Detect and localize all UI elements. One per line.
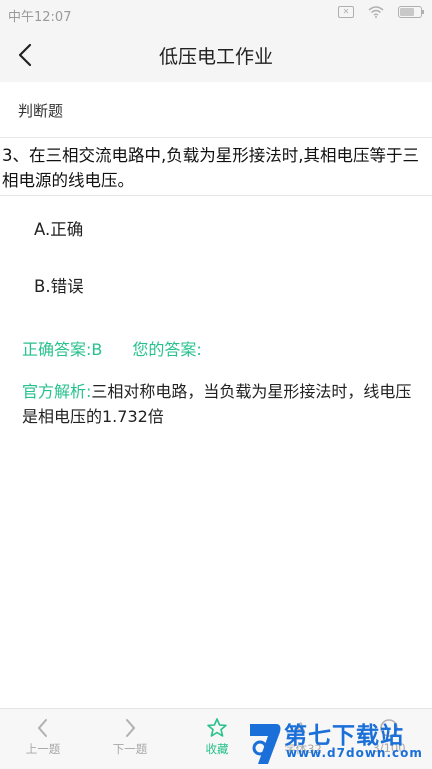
favorite-button[interactable]: 收藏 xyxy=(182,717,252,757)
divider xyxy=(0,195,432,196)
correct-answer-value: B xyxy=(91,340,103,359)
prev-question-label: 上一题 xyxy=(25,742,61,756)
chevron-right-icon xyxy=(126,719,136,737)
next-question-button[interactable]: 下一题 xyxy=(95,717,165,757)
prev-question-button[interactable]: 上一题 xyxy=(8,717,78,757)
watermark-url: www.d7down.com xyxy=(286,746,423,760)
divider xyxy=(0,137,432,138)
sim-icon: ✕ xyxy=(338,6,354,18)
favorite-label: 收藏 xyxy=(205,742,229,756)
wifi-icon xyxy=(368,6,384,18)
question-text: 3、在三相交流电路中,负载为星形接法时,其相电压等于三相电源的线电压。 xyxy=(2,146,419,190)
answer-line: 正确答案:B 您的答案: xyxy=(22,336,202,360)
correct-answer-label: 正确答案: xyxy=(22,340,92,359)
watermark-brand: 第七下载站 xyxy=(284,723,404,749)
analysis-label: 官方解析: xyxy=(22,382,92,401)
option-a[interactable]: A.正确 xyxy=(34,216,83,240)
next-question-label: 下一题 xyxy=(112,742,148,756)
app-header: 低压电工作业 xyxy=(0,28,432,82)
battery-icon xyxy=(398,6,424,18)
chevron-left-icon xyxy=(37,719,47,737)
watermark-logo-icon xyxy=(250,724,281,764)
status-bar: 中午12:07 ✕ xyxy=(0,0,432,28)
status-icons: ✕ xyxy=(338,6,424,18)
analysis: 官方解析:三相对称电路，当负载为星形接法时，线电压是相电压的1.732倍 xyxy=(22,379,418,429)
page-title: 低压电工作业 xyxy=(158,46,273,68)
your-answer-label: 您的答案: xyxy=(132,340,202,359)
status-time: 中午12:07 xyxy=(8,10,72,25)
star-icon xyxy=(207,718,227,737)
question-type: 判断题 xyxy=(18,102,64,120)
option-b[interactable]: B.错误 xyxy=(34,273,84,297)
watermark: 第七下载站 www.d7down.com xyxy=(246,718,432,768)
